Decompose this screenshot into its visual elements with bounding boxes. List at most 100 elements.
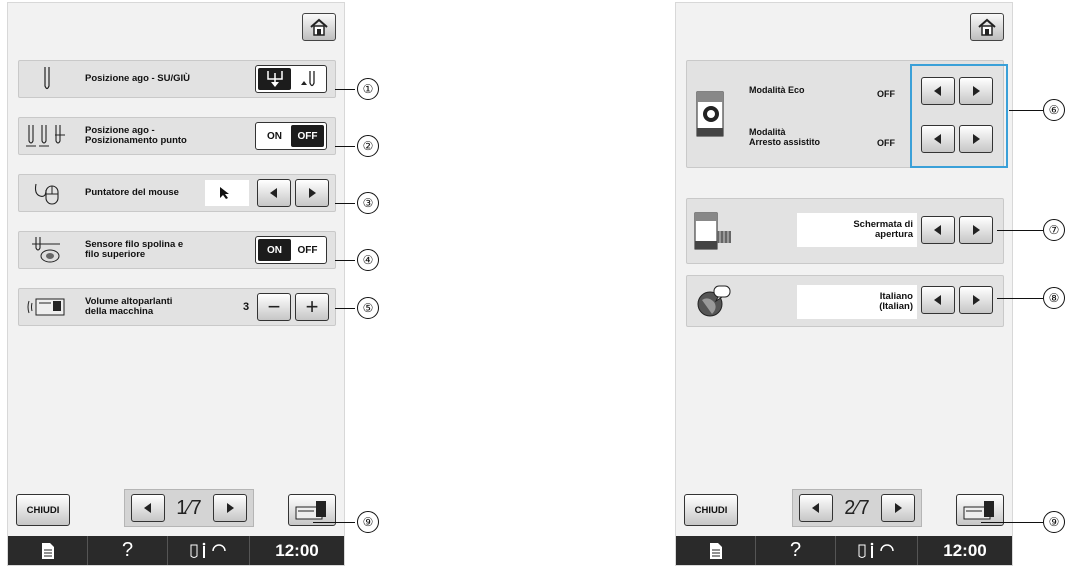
triangle-left-icon: [812, 503, 819, 513]
prev-page-button[interactable]: [131, 494, 165, 522]
home-button[interactable]: [970, 13, 1004, 41]
setting-label: Posizione ago - SU/GIÙ: [85, 73, 191, 84]
page-indicator: 2⁄7: [844, 496, 870, 519]
callout-line: [313, 522, 355, 523]
assist-stop-value: OFF: [877, 138, 895, 148]
close-button[interactable]: CHIUDI: [16, 494, 70, 526]
thread-settings-icon: [190, 542, 226, 558]
callout-line: [997, 298, 1043, 299]
settings-screen-page-2: Modalità Eco OFF Modalità Arresto assist…: [675, 2, 1013, 566]
highlight-frame: [910, 64, 1008, 168]
triangle-left-icon: [144, 503, 151, 513]
triple-needle-icon: [25, 121, 69, 151]
settings-status[interactable]: [836, 536, 918, 565]
close-button[interactable]: CHIUDI: [684, 494, 738, 526]
next-page-button[interactable]: [881, 494, 915, 522]
needle-icon: [25, 64, 69, 94]
sewing-machine-icon: [295, 501, 326, 520]
prev-page-button[interactable]: [799, 494, 833, 522]
page-navigator: 1⁄7: [124, 489, 254, 527]
callout-5: ⑤: [357, 297, 379, 319]
settings-screen-page-1: Posizione ago - SU/GIÙ Posizione ago - P…: [7, 2, 345, 566]
needle-up-icon: [258, 68, 291, 90]
callout-6: ⑥: [1043, 99, 1065, 121]
opening-screen-value: Schermata di apertura: [797, 213, 917, 247]
bobbin-sensor-icon: [25, 235, 69, 265]
language-next-button[interactable]: [959, 286, 993, 314]
eco-screen-icon: [693, 89, 729, 139]
needle-down-icon: [291, 68, 324, 90]
opening-screen-icon: [693, 209, 733, 253]
triangle-right-icon: [895, 503, 902, 513]
callout-line: [335, 203, 355, 204]
page-navigator: 2⁄7: [792, 489, 922, 527]
setting-row-speaker-volume: Volume altoparlanti della macchina 3 − +: [18, 288, 336, 326]
globe-language-icon: [693, 281, 733, 321]
language-prev-button[interactable]: [921, 286, 955, 314]
triangle-right-icon: [973, 225, 980, 235]
needle-up-down-button[interactable]: [255, 65, 327, 93]
triangle-right-icon: [973, 295, 980, 305]
setting-row-opening-screen: Schermata di apertura: [686, 198, 1004, 264]
language-value: Italiano (Italian): [797, 285, 917, 319]
sewing-machine-icon: [963, 501, 994, 520]
setting-label: Volume altoparlanti della macchina: [85, 296, 173, 317]
speaker-machine-icon: [25, 292, 69, 322]
toggle-off-option[interactable]: OFF: [291, 239, 324, 261]
mouse-pointer-prev-button[interactable]: [257, 179, 291, 207]
thread-settings-icon: [858, 542, 894, 558]
callout-9-right: ⑨: [1043, 511, 1065, 533]
callout-line: [335, 89, 355, 90]
document-button[interactable]: [676, 536, 756, 565]
setting-row-language: Italiano (Italian): [686, 275, 1004, 327]
callout-line: [1009, 110, 1043, 111]
volume-increase-button[interactable]: +: [295, 293, 329, 321]
next-page-button[interactable]: [213, 494, 247, 522]
mouse-pointer-next-button[interactable]: [295, 179, 329, 207]
callout-line: [335, 308, 355, 309]
document-icon: [41, 542, 54, 559]
setting-row-mouse-pointer: Puntatore del mouse: [18, 174, 336, 212]
toggle-off-option[interactable]: OFF: [291, 125, 324, 147]
callout-9-left: ⑨: [357, 511, 379, 533]
mouse-icon: [25, 178, 69, 208]
setting-label: Sensore filo spolina e filo superiore: [85, 239, 184, 260]
callout-1: ①: [357, 78, 379, 100]
opening-next-button[interactable]: [959, 216, 993, 244]
triangle-left-icon: [270, 188, 277, 198]
thread-sensor-toggle[interactable]: ON OFF: [255, 236, 327, 264]
callout-7: ⑦: [1043, 219, 1065, 241]
triangle-right-icon: [309, 188, 316, 198]
setting-row-thread-sensor: Sensore filo spolina e filo superiore ON…: [18, 231, 336, 269]
toggle-on-option[interactable]: ON: [258, 125, 291, 147]
stitch-placement-toggle[interactable]: ON OFF: [255, 122, 327, 150]
volume-value: 3: [243, 301, 250, 313]
assist-stop-label: Modalità Arresto assistito: [749, 127, 821, 147]
document-icon: [709, 542, 722, 559]
callout-3: ③: [357, 192, 379, 214]
mouse-pointer-preview: [205, 180, 249, 206]
triangle-left-icon: [934, 225, 941, 235]
callout-8: ⑧: [1043, 287, 1065, 309]
volume-decrease-button[interactable]: −: [257, 293, 291, 321]
setting-label: Posizione ago - Posizionamento punto: [85, 125, 187, 146]
callout-line: [997, 230, 1043, 231]
toggle-on-option[interactable]: ON: [258, 239, 291, 261]
document-button[interactable]: [8, 536, 88, 565]
help-button[interactable]: ?: [88, 536, 168, 565]
home-icon: [978, 18, 996, 36]
clock: 12:00: [275, 540, 319, 560]
help-button[interactable]: ?: [756, 536, 836, 565]
eco-mode-label: Modalità Eco: [749, 85, 805, 95]
arrow-cursor-icon: [220, 187, 229, 199]
status-bar: ? 12:00: [8, 536, 344, 565]
triangle-right-icon: [227, 503, 234, 513]
setting-row-needle-stitch-placement: Posizione ago - Posizionamento punto ON …: [18, 117, 336, 155]
opening-prev-button[interactable]: [921, 216, 955, 244]
triangle-left-icon: [934, 295, 941, 305]
callout-line: [335, 146, 355, 147]
page-indicator: 1⁄7: [176, 496, 202, 519]
settings-status[interactable]: [168, 536, 250, 565]
home-button[interactable]: [302, 13, 336, 41]
status-bar: ? 12:00: [676, 536, 1012, 565]
